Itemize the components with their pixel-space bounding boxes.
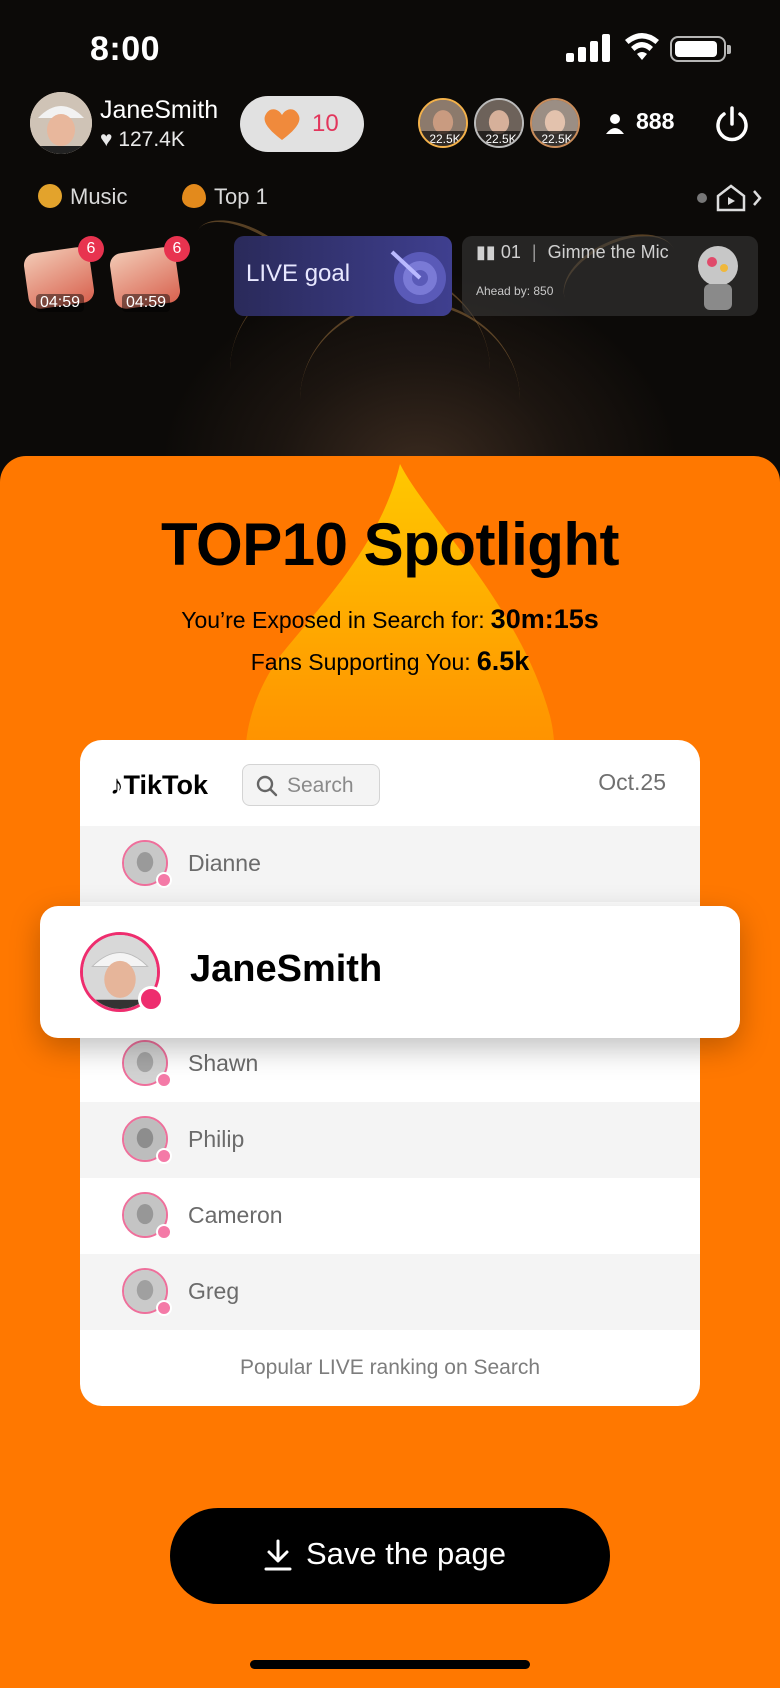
home-nav-icon[interactable] xyxy=(696,182,766,214)
tag-music[interactable]: Music xyxy=(38,184,127,210)
rank-line: ▮▮ 01 | Gimme the Mic xyxy=(476,242,669,263)
panel-footer: Popular LIVE ranking on Search xyxy=(239,1356,541,1379)
wifi-icon xyxy=(625,33,659,60)
likes-pill-count: 10 xyxy=(312,110,339,137)
divider: | xyxy=(531,242,537,262)
hashtag-icon xyxy=(38,184,62,208)
ranking-date: Oct.25 xyxy=(598,769,666,795)
ranking-name: Dianne xyxy=(188,850,261,876)
live-dot-icon xyxy=(156,872,172,888)
live-dot-icon xyxy=(156,1300,172,1316)
ranking-row[interactable]: Cameron xyxy=(80,1178,700,1254)
status-bar: 8:00 xyxy=(0,0,780,96)
bars-icon: ▮▮ xyxy=(476,242,496,262)
fans-line: Fans Supporting You: 6.5k xyxy=(0,646,780,677)
person-icon xyxy=(606,114,624,134)
live-goal-card[interactable]: LIVE goal xyxy=(234,236,452,316)
search-box[interactable]: Search xyxy=(242,764,380,806)
fans-label: Fans Supporting You: xyxy=(250,649,471,675)
ranking-name: Greg xyxy=(188,1278,240,1304)
fans-value: 6.5k xyxy=(476,646,530,676)
exposed-line: You’re Exposed in Search for: 30m:15s xyxy=(0,604,780,635)
viewer-avatar[interactable]: 22.5K xyxy=(530,98,580,148)
gift-badge: 6 xyxy=(164,236,190,262)
ranking-row[interactable]: Dianne xyxy=(80,826,700,902)
ranking-name: Shawn xyxy=(188,1050,259,1076)
gift-badge: 6 xyxy=(78,236,104,262)
battery-icon xyxy=(670,36,731,62)
page-title: TOP10 Spotlight xyxy=(160,511,620,578)
viewer-score: 22.5K xyxy=(476,131,522,146)
target-icon xyxy=(390,250,446,304)
ranking-name: Cameron xyxy=(188,1202,283,1228)
exposed-label: You’re Exposed in Search for: xyxy=(181,607,485,633)
music-rank-card[interactable]: ▮▮ 01 | Gimme the Mic Ahead by: 850 xyxy=(462,236,758,316)
save-page-label: Save the page xyxy=(306,1536,506,1571)
viewer-score: 22.5K xyxy=(420,131,466,146)
tag-label: Top 1 xyxy=(214,184,268,209)
heart-icon: ♥ xyxy=(100,128,113,151)
search-icon xyxy=(256,775,278,797)
viewer-avatar[interactable]: 22.5K xyxy=(474,98,524,148)
song-title: Gimme the Mic xyxy=(547,242,669,262)
live-dot-icon xyxy=(138,986,164,1012)
tiktok-logo: ♪TikTok xyxy=(110,770,208,801)
cellular-signal-icon xyxy=(566,34,612,62)
search-ranking-panel: ♪TikTok Search Oct.25 Dianne Shawn Phili xyxy=(80,740,700,1406)
host-likes-count: 127.4K xyxy=(118,128,185,151)
likes-pill[interactable]: 10 xyxy=(240,96,364,152)
viewer-count: 888 xyxy=(636,108,675,134)
host-avatar-image xyxy=(30,92,92,154)
treasure-gift[interactable]: 04:59 6 xyxy=(108,236,190,316)
home-indicator[interactable] xyxy=(250,1660,530,1669)
ranking-row[interactable]: Greg xyxy=(80,1254,700,1330)
spotlight-sheet: TOP10 Spotlight You’re Exposed in Search… xyxy=(0,456,780,1688)
power-icon[interactable] xyxy=(712,104,752,144)
host-name: JaneSmith xyxy=(100,96,219,124)
live-dot-icon xyxy=(156,1072,172,1088)
live-dot-icon xyxy=(156,1224,172,1240)
status-time: 8:00 xyxy=(90,30,161,68)
featured-name: JaneSmith xyxy=(190,948,383,990)
gumball-machine-icon xyxy=(698,246,738,310)
tag-top[interactable]: Top 1 xyxy=(182,184,268,210)
ranking-name: Philip xyxy=(188,1126,245,1152)
panel-header: ♪TikTok Search Oct.25 xyxy=(80,740,700,826)
background-hair-stroke xyxy=(300,300,520,480)
heart-gift-icon xyxy=(264,109,300,140)
rank-number: 01 xyxy=(500,242,521,262)
treasure-gift[interactable]: 04:59 6 xyxy=(22,236,104,316)
featured-host-row[interactable]: JaneSmith xyxy=(40,906,740,1038)
ranking-row[interactable]: Philip xyxy=(80,1102,700,1178)
tiktok-note-icon: ♪ xyxy=(110,770,124,800)
save-page-button[interactable]: Save the page xyxy=(170,1508,610,1604)
live-goal-label: LIVE goal xyxy=(246,260,351,287)
ahead-by: Ahead by: 850 xyxy=(476,284,554,298)
search-placeholder: Search xyxy=(287,774,354,797)
viewer-avatar[interactable]: 22.5K xyxy=(418,98,468,148)
tiktok-wordmark: TikTok xyxy=(123,770,209,800)
host-avatar[interactable] xyxy=(30,92,92,154)
gift-timer: 04:59 xyxy=(122,294,171,312)
tag-label: Music xyxy=(70,184,128,209)
download-icon xyxy=(264,1539,292,1571)
host-likes: ♥ 127.4K xyxy=(100,128,185,152)
live-dot-icon xyxy=(156,1148,172,1164)
gift-timer: 04:59 xyxy=(36,294,85,312)
exposed-value: 30m:15s xyxy=(490,604,599,634)
flame-icon xyxy=(182,184,206,208)
viewer-score: 22.5K xyxy=(532,131,578,146)
